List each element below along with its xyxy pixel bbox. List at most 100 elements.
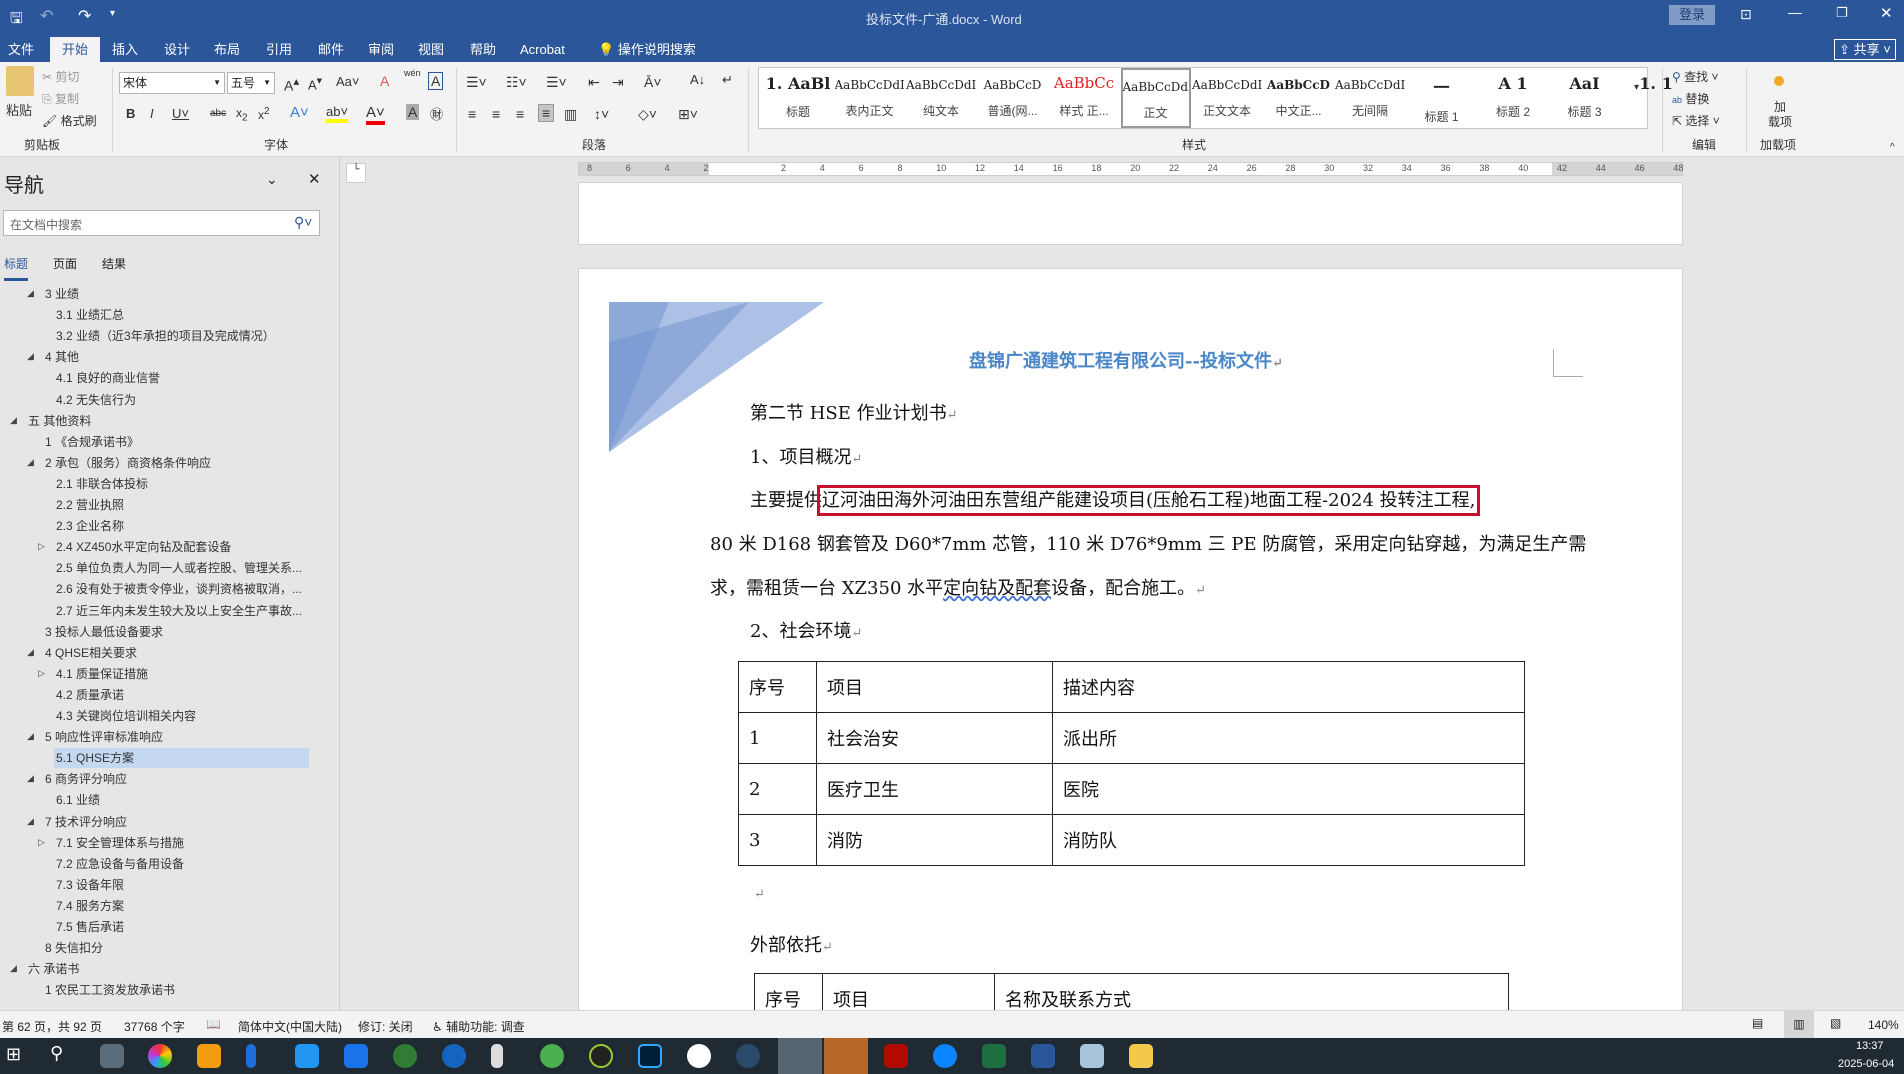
- nav-heading-item[interactable]: 五 其他资料: [26, 411, 91, 431]
- clear-format-icon[interactable]: A: [380, 73, 389, 89]
- style-标题[interactable]: 1. AaBl 标题: [763, 68, 833, 128]
- collapse-triangle-icon[interactable]: ◢: [27, 773, 34, 784]
- word-icon[interactable]: [1031, 1044, 1055, 1068]
- nav-heading-item[interactable]: 7.4 服务方案: [54, 896, 124, 916]
- wechat-icon[interactable]: [540, 1044, 564, 1068]
- nav-heading-item[interactable]: 5.1 QHSE方案: [54, 748, 309, 769]
- track-changes-status[interactable]: 修订: 关闭: [358, 1018, 413, 1035]
- grammar-flagged-text[interactable]: 定向钻及配套: [943, 578, 1051, 599]
- strikethrough-icon[interactable]: abc: [210, 108, 226, 119]
- windows-start-icon[interactable]: ⊞: [6, 1044, 21, 1065]
- bullets-icon[interactable]: ☰˅: [466, 74, 487, 91]
- numbering-icon[interactable]: ☷˅: [506, 74, 527, 91]
- nav-heading-item[interactable]: 3 投标人最低设备要求: [43, 622, 163, 642]
- underline-icon[interactable]: U˅: [172, 106, 189, 121]
- nav-heading-item[interactable]: 2.4 XZ450水平定向钻及配套设备: [54, 537, 231, 557]
- nav-heading-item[interactable]: 7 技术评分响应: [43, 812, 127, 832]
- nav-tab-pages[interactable]: 页面: [53, 255, 77, 272]
- style-表内正文[interactable]: AaBbCcDdI 表内正文: [835, 68, 905, 128]
- web-layout-icon[interactable]: ▧: [1830, 1016, 1841, 1030]
- collapse-triangle-icon[interactable]: ◢: [10, 963, 17, 974]
- tab-acrobat[interactable]: Acrobat: [512, 37, 573, 62]
- nav-heading-item[interactable]: 7.2 应急设备与备用设备: [54, 854, 184, 874]
- excel-icon[interactable]: [982, 1044, 1006, 1068]
- photoshop-icon[interactable]: [638, 1044, 662, 1068]
- taskbar-active-app[interactable]: [778, 1038, 822, 1074]
- style-正文文本[interactable]: AaBbCcDdI 正文文本: [1192, 68, 1262, 128]
- acrobat-icon[interactable]: [884, 1044, 908, 1068]
- style-纯文本[interactable]: AaBbCcDdI 纯文本: [906, 68, 976, 128]
- tab-mailings[interactable]: 邮件: [310, 37, 352, 62]
- customize-qat-icon[interactable]: ▾: [110, 8, 115, 19]
- nav-heading-item[interactable]: 7.3 设备年限: [54, 875, 124, 895]
- phonetic-guide-icon[interactable]: wén: [404, 68, 421, 78]
- replace-button[interactable]: ab 替换: [1672, 90, 1709, 107]
- nav-heading-item[interactable]: 2.7 近三年内未发生较大及以上安全生产事故...: [54, 601, 302, 621]
- paste-icon[interactable]: [6, 66, 34, 96]
- page-count[interactable]: 第 62 页，共 92 页: [2, 1018, 102, 1035]
- collapse-triangle-icon[interactable]: ◢: [27, 731, 34, 742]
- addins-button[interactable]: 加 载项: [1768, 100, 1792, 130]
- bold-icon[interactable]: B: [126, 106, 135, 121]
- nav-heading-item[interactable]: 3.1 业绩汇总: [54, 305, 124, 325]
- paste-button[interactable]: 粘贴: [6, 100, 32, 119]
- tab-help[interactable]: 帮助: [462, 37, 504, 62]
- print-layout-icon[interactable]: ▥: [1784, 1011, 1814, 1038]
- nav-close-icon[interactable]: ✕: [308, 170, 321, 188]
- multilevel-list-icon[interactable]: ☰˅: [546, 74, 567, 91]
- show-marks-icon[interactable]: ↵: [722, 72, 733, 88]
- enclose-char-icon[interactable]: ㊖: [430, 104, 443, 123]
- expand-triangle-icon[interactable]: ▷: [38, 668, 45, 679]
- subscript-icon[interactable]: x2: [236, 106, 248, 123]
- collapse-triangle-icon[interactable]: ◢: [27, 457, 34, 468]
- share-button[interactable]: ⇪ 共享 ˅: [1834, 39, 1896, 60]
- nav-heading-item[interactable]: 2.3 企业名称: [54, 516, 124, 536]
- ribbon-display-icon[interactable]: ⊡: [1740, 6, 1752, 23]
- style-中文正...[interactable]: AaBbCcD 中文正...: [1264, 68, 1334, 128]
- style-普通(网...[interactable]: AaBbCcD 普通(网...: [978, 68, 1048, 128]
- tab-insert[interactable]: 插入: [104, 37, 146, 62]
- document-page[interactable]: 盘锦广通建筑工程有限公司--投标文件↵ 第二节 HSE 作业计划书↵ 1、项目概…: [578, 268, 1683, 1028]
- clock-time[interactable]: 13:37: [1856, 1040, 1884, 1052]
- login-button[interactable]: 登录: [1669, 5, 1715, 25]
- nav-heading-item[interactable]: 8 失信扣分: [43, 938, 103, 958]
- app-icon[interactable]: [442, 1044, 466, 1068]
- restore-button[interactable]: ❐: [1836, 5, 1848, 21]
- justify-icon[interactable]: ≡: [538, 104, 555, 122]
- text-effects-icon[interactable]: A˅: [290, 104, 309, 121]
- collapse-triangle-icon[interactable]: ◢: [27, 816, 34, 827]
- nav-heading-item[interactable]: 7.1 安全管理体系与措施: [54, 833, 184, 853]
- tell-me-search[interactable]: 💡 操作说明搜索: [590, 37, 704, 62]
- style-标题 2[interactable]: A 1 标题 2: [1478, 68, 1548, 128]
- superscript-icon[interactable]: x2: [258, 106, 270, 122]
- nav-heading-item[interactable]: 5 响应性评审标准响应: [43, 727, 163, 747]
- word-count[interactable]: 37768 个字: [124, 1018, 185, 1035]
- minimize-button[interactable]: —: [1788, 4, 1802, 20]
- shrink-font-icon[interactable]: A▾: [308, 74, 322, 92]
- nav-heading-item[interactable]: 4.1 质量保证措施: [54, 664, 148, 684]
- collapse-triangle-icon[interactable]: ◢: [27, 647, 34, 658]
- line-spacing-icon[interactable]: ↕˅: [594, 106, 609, 122]
- align-right-icon[interactable]: ≡: [516, 106, 524, 122]
- undo-icon[interactable]: ↶: [40, 6, 53, 26]
- nav-heading-item[interactable]: 4 QHSE相关要求: [43, 643, 137, 663]
- app-icon[interactable]: [344, 1044, 368, 1068]
- calculator-icon[interactable]: [100, 1044, 124, 1068]
- nav-heading-item[interactable]: 7.5 售后承诺: [54, 917, 124, 937]
- file-explorer-icon[interactable]: [1129, 1044, 1153, 1068]
- redo-icon[interactable]: ↷: [78, 6, 91, 26]
- qq-icon[interactable]: [687, 1044, 711, 1068]
- tab-home[interactable]: 开始: [50, 37, 101, 62]
- nav-heading-item[interactable]: 1 农民工工资发放承诺书: [43, 980, 175, 1000]
- nav-heading-item[interactable]: 6 商务评分响应: [43, 769, 127, 789]
- zoom-level[interactable]: 140%: [1868, 1018, 1899, 1032]
- language-status[interactable]: 简体中文(中国大陆): [238, 1018, 342, 1035]
- nav-heading-item[interactable]: 6.1 业绩: [54, 790, 100, 810]
- nav-heading-item[interactable]: 4.1 良好的商业信誉: [54, 368, 160, 388]
- horizontal-ruler[interactable]: 8 6 4 2 2 4 6 8 10 12 14 16 18 20 22 24 26 28 30 32 34 36 38 40…: [578, 162, 1683, 176]
- select-button[interactable]: ⇱ 选择 ˅: [1672, 112, 1720, 129]
- tab-selector[interactable]: └: [346, 163, 366, 183]
- app-icon[interactable]: [197, 1044, 221, 1068]
- style-正文[interactable]: AaBbCcDdI 正文: [1120, 68, 1191, 128]
- style-标题 3[interactable]: AaI 标题 3: [1550, 68, 1620, 128]
